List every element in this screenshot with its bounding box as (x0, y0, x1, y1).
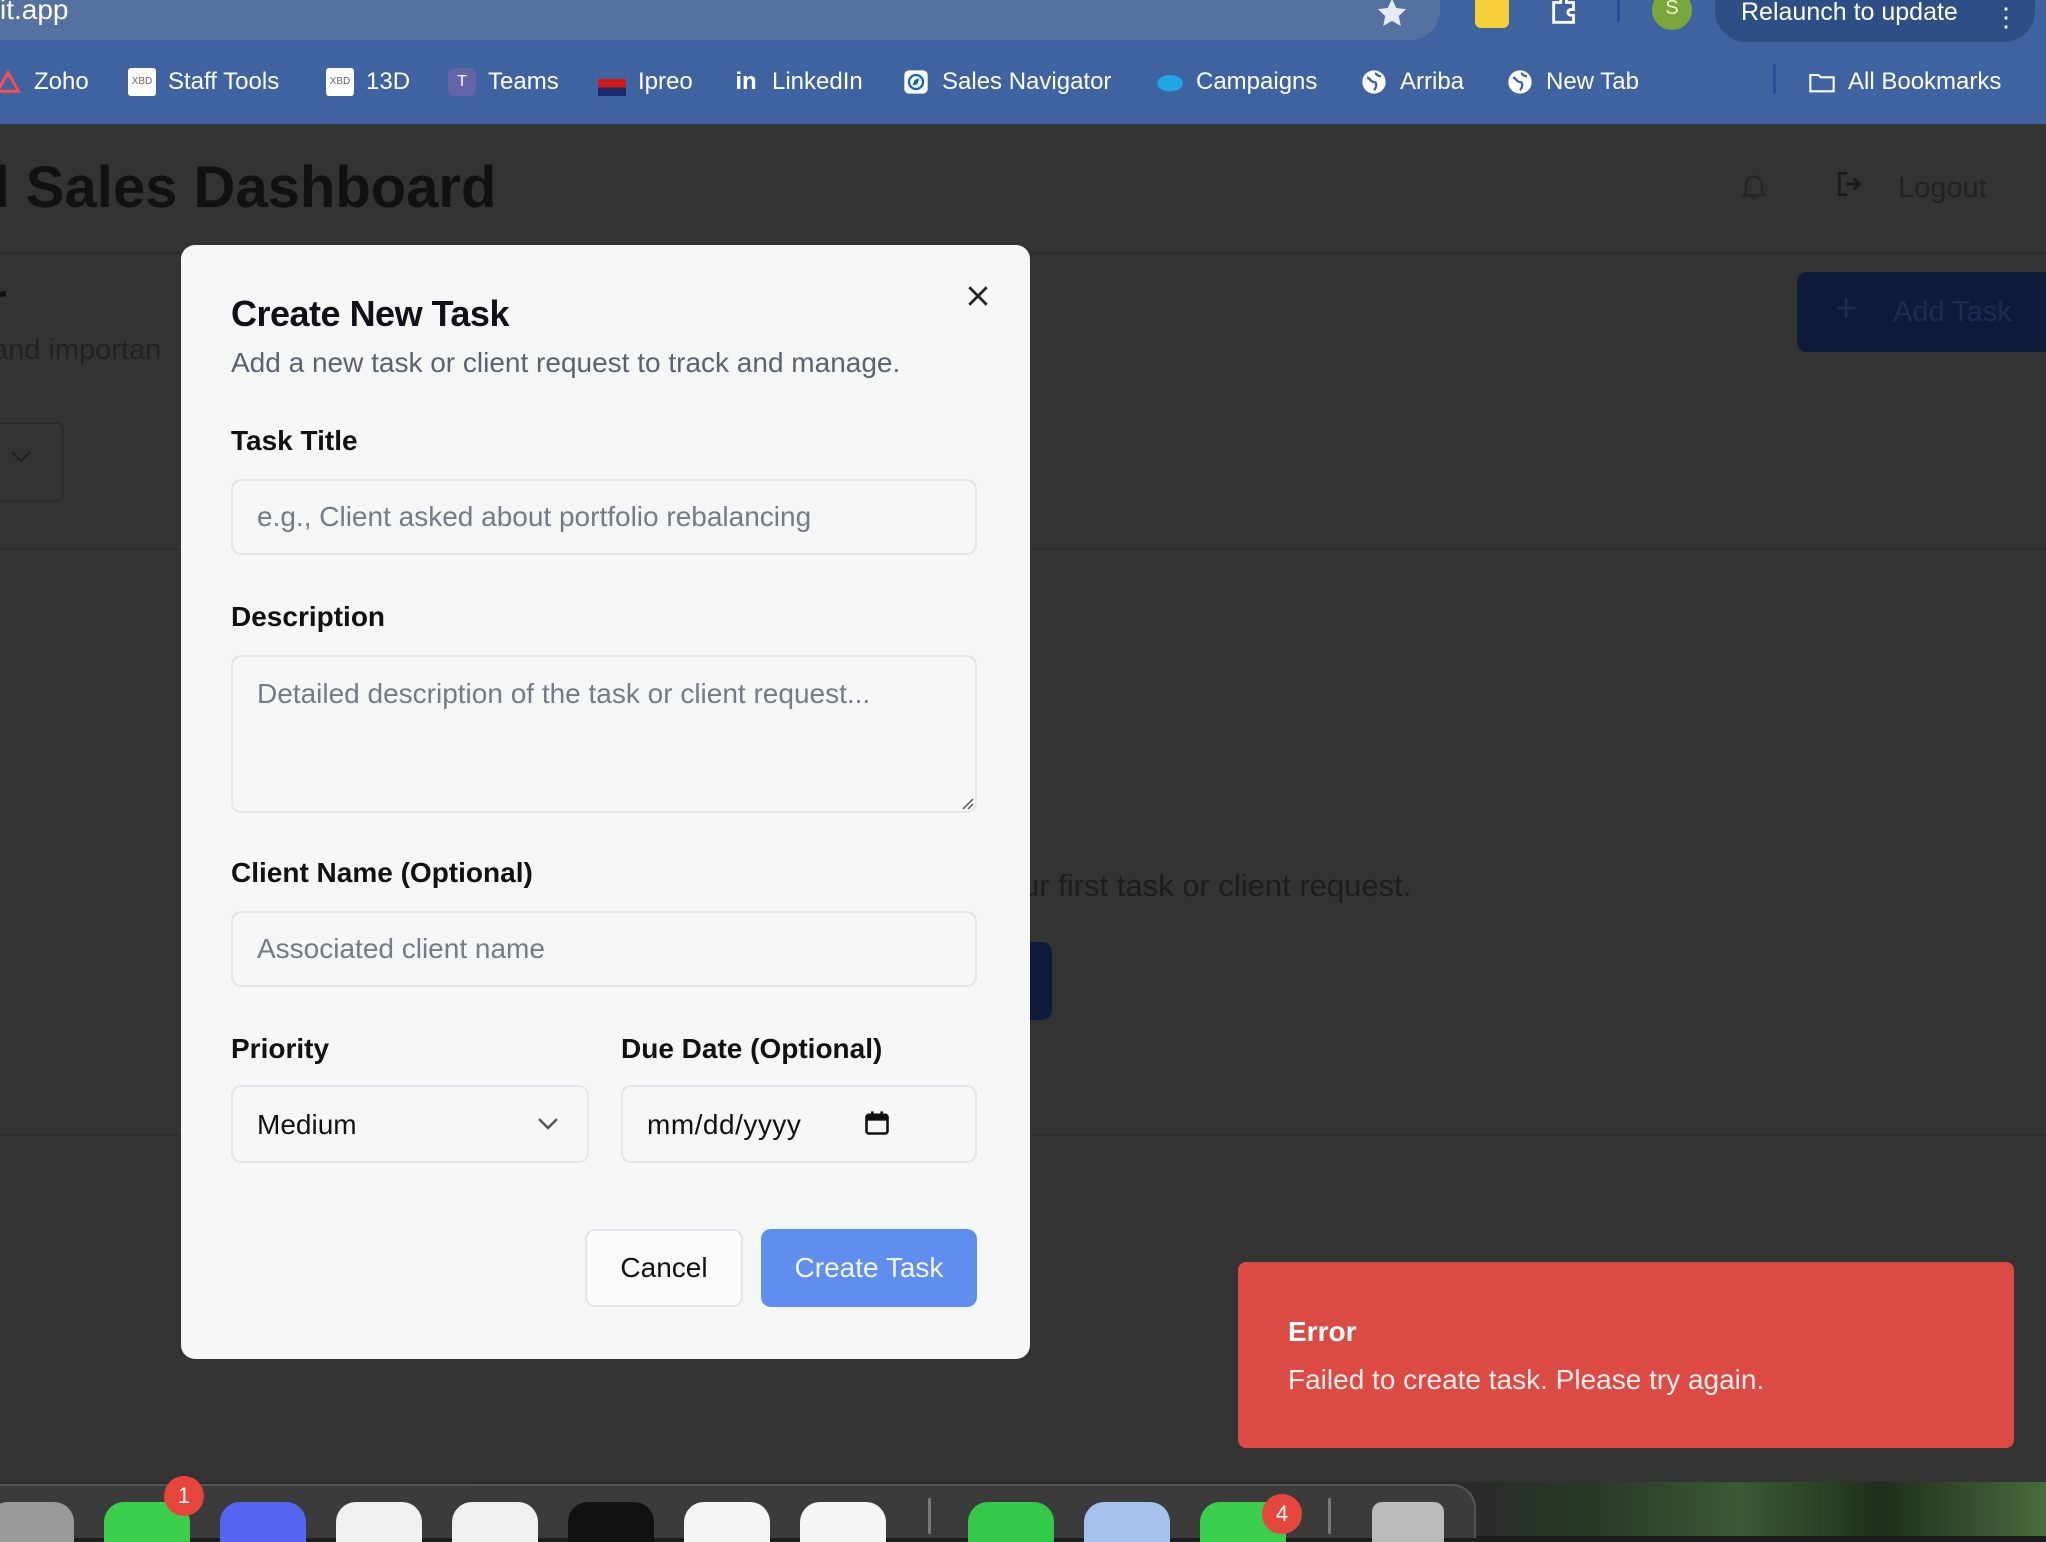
section-subtitle: and importan (0, 334, 162, 366)
bookmark-label: Zoho (34, 68, 89, 95)
dock-divider (1328, 1498, 1331, 1534)
bell-icon[interactable] (1738, 168, 1770, 204)
description-textarea[interactable] (231, 655, 977, 813)
error-toast[interactable]: Error Failed to create task. Please try … (1238, 1262, 2014, 1448)
compass-icon (904, 70, 928, 94)
bookmark-label: Staff Tools (168, 68, 280, 95)
bookmarks-bar: Zoho XBD Staff Tools XBD 13D T Teams Ipr… (0, 60, 2046, 104)
logout-icon[interactable] (1834, 168, 1866, 200)
system-settings-icon[interactable] (0, 1502, 74, 1542)
preview-icon[interactable] (1084, 1502, 1170, 1542)
xbrl-icon: XBD (326, 68, 354, 96)
create-task-button[interactable]: Create Task (761, 1229, 977, 1307)
bookmark-label: LinkedIn (772, 68, 863, 95)
add-task-label: Add Task (1893, 296, 2012, 328)
browser-toolbar: it.app S Relaunch to update ⋮ Zoho XBD S… (0, 0, 2046, 124)
bookmark-label: New Tab (1546, 68, 1639, 95)
bookmark-label: Ipreo (638, 68, 693, 95)
toast-title: Error (1288, 1316, 1357, 1347)
bookmark-label: Teams (488, 68, 559, 95)
whatsapp-badge: 4 (1262, 1494, 1302, 1534)
outlook-icon[interactable] (336, 1502, 422, 1542)
dialog-title: Create New Task (231, 293, 509, 334)
extension-icon[interactable] (1475, 0, 1509, 28)
bookmark-star-icon[interactable] (1375, 0, 1409, 30)
url-text: it.app (0, 0, 69, 25)
empty-state-text: ur first task or client request. (1022, 868, 1412, 903)
due-date-value: mm/dd/yyyy (647, 1109, 802, 1140)
section-title: r (0, 274, 7, 329)
bookmarks-divider (1773, 64, 1776, 94)
facetime-icon[interactable] (968, 1502, 1054, 1542)
bookmark-13d[interactable]: XBD 13D (326, 60, 410, 104)
description-label: Description (231, 601, 386, 632)
due-date-input[interactable]: mm/dd/yyyy (621, 1085, 977, 1163)
toast-message: Failed to create task. Please try again. (1288, 1364, 1765, 1395)
bookmark-new-tab[interactable]: New Tab (1506, 60, 1639, 104)
all-bookmarks-button[interactable]: All Bookmarks (1808, 60, 2001, 104)
xbrl-icon: XBD (128, 68, 156, 96)
address-bar[interactable]: it.app (0, 0, 1440, 40)
due-date-label: Due Date (Optional) (621, 1033, 883, 1064)
cancel-button[interactable]: Cancel (585, 1229, 743, 1307)
bookmark-linkedin[interactable]: in LinkedIn (732, 60, 863, 104)
bookmark-teams[interactable]: T Teams (448, 60, 559, 104)
bookmark-label: Sales Navigator (942, 68, 1112, 95)
add-task-button[interactable]: + Add Task (1797, 272, 2046, 352)
bookmark-sales-navigator[interactable]: Sales Navigator (902, 60, 1111, 104)
zoho-icon (0, 69, 21, 93)
messages-badge: 1 (164, 1476, 204, 1516)
toolbar-divider (1617, 0, 1620, 22)
bookmark-staff-tools[interactable]: XBD Staff Tools (128, 60, 279, 104)
bookmark-label: Campaigns (1196, 68, 1318, 95)
dialog-description: Add a new task or client request to trac… (231, 347, 901, 378)
profile-avatar[interactable]: S (1652, 0, 1692, 30)
chrome-icon[interactable] (452, 1502, 538, 1542)
plus-icon: + (1835, 288, 1858, 330)
priority-select[interactable]: Medium (231, 1085, 589, 1163)
globe-icon (1362, 70, 1386, 94)
trash-icon[interactable] (1372, 1502, 1444, 1542)
teams-icon: T (448, 68, 476, 96)
dock-divider (928, 1498, 931, 1534)
chatgpt-icon[interactable] (800, 1502, 886, 1542)
calendar-icon[interactable] (863, 1109, 891, 1137)
relaunch-button[interactable]: Relaunch to update ⋮ (1715, 0, 2035, 42)
folder-icon (1809, 73, 1835, 93)
filter-select[interactable] (0, 422, 64, 502)
client-name-input[interactable] (231, 911, 977, 987)
close-icon[interactable] (963, 281, 993, 311)
bookmark-label: Arriba (1400, 68, 1465, 95)
ipreo-icon (598, 68, 626, 96)
more-vert-icon: ⋮ (1993, 2, 2019, 32)
bookmark-label: 13D (366, 68, 411, 95)
discord-icon[interactable] (220, 1502, 306, 1542)
resize-handle-icon[interactable] (959, 795, 975, 811)
page-title: ed Sales Dashboard (0, 155, 497, 220)
priority-label: Priority (231, 1033, 330, 1064)
bookmark-zoho[interactable]: Zoho (0, 60, 89, 104)
globe-icon (1508, 70, 1532, 94)
app-icon[interactable] (684, 1502, 770, 1542)
logout-button[interactable]: Logout (1898, 172, 1987, 205)
task-title-input[interactable] (231, 479, 977, 555)
task-title-label: Task Title (231, 425, 358, 456)
extensions-puzzle-icon[interactable] (1548, 0, 1582, 28)
app-icon[interactable] (568, 1502, 654, 1542)
bookmark-campaigns[interactable]: Campaigns (1156, 60, 1317, 104)
create-task-dialog: Create New Task Add a new task or client… (181, 245, 1030, 1359)
chevron-down-icon (11, 451, 31, 463)
relaunch-label: Relaunch to update (1741, 0, 1958, 26)
salesforce-cloud-icon (1157, 75, 1183, 92)
bookmark-arriba[interactable]: Arriba (1360, 60, 1464, 104)
linkedin-icon: in (735, 68, 757, 95)
all-bookmarks-label: All Bookmarks (1848, 68, 2002, 95)
bookmark-ipreo[interactable]: Ipreo (598, 60, 693, 104)
client-name-label: Client Name (Optional) (231, 857, 533, 888)
priority-value: Medium (257, 1109, 357, 1140)
chevron-down-icon (538, 1118, 558, 1130)
